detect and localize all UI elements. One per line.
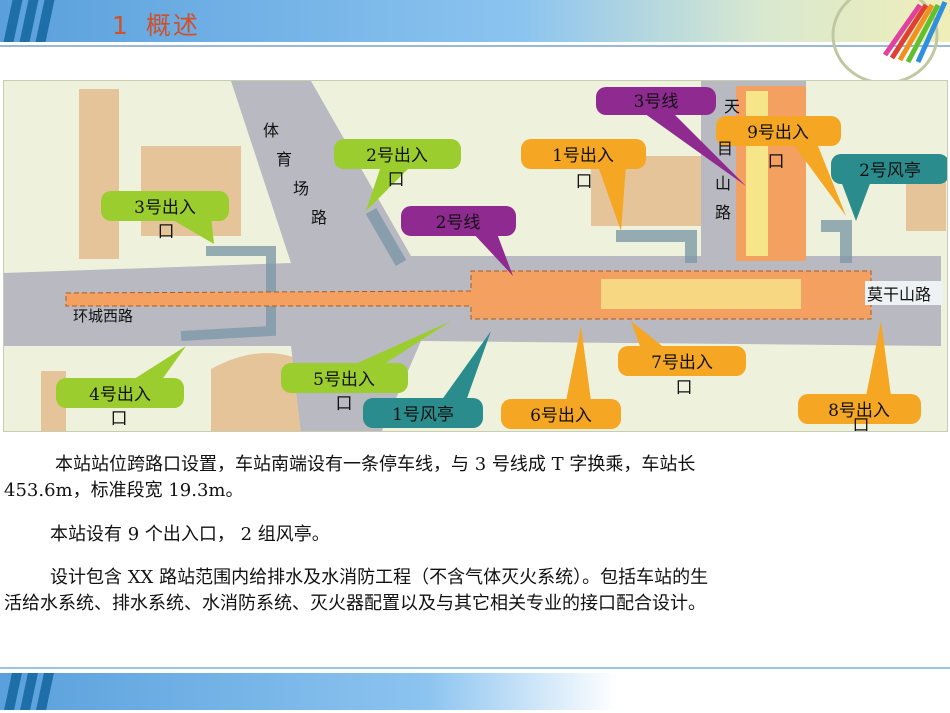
title-number: 1 [112,11,130,40]
footer-stripe [36,673,54,710]
label-exit3-tail: 口 [158,222,175,242]
label-exit3: 3号出入 [134,198,196,218]
label-exit9: 9号出入 [747,123,809,143]
road-label-char: 路 [311,208,327,227]
road-label-char: 育 [276,150,292,169]
road-label-char: 路 [715,203,731,222]
slide-title: 1 概述 [112,6,200,42]
label-vent2: 2号风亭 [859,161,921,181]
label-vent1: 1号风亭 [392,405,454,425]
pencils-logo [831,0,948,80]
label-exit1-tail: 口 [576,172,593,192]
road-label-char: 目 [717,139,733,158]
road-label-char: 体 [263,121,279,140]
label-line3: 3号线 [634,92,679,112]
paragraph-2: 本站设有 9 个出入口， 2 组风亭。 [50,524,330,545]
road-label-char: 山 [715,174,731,193]
slide-body: 本站站位跨路口设置，车站南端设有一条停车线，与 3 号线成 T 字换乘，车站长 … [0,452,950,617]
label-exit7: 7号出入 [651,353,713,373]
label-exit4: 4号出入 [89,385,151,405]
label-exit6: 6号出入 [530,406,592,426]
paragraph-3-line-2: 活给水系统、排水系统、水消防系统、灭火器配置以及与其它相关专业的接口配合设计。 [4,593,706,614]
header-stripe [35,0,55,42]
building [79,89,119,259]
header-stripe [19,0,39,42]
road-label-huanchengxi: 环城西路 [73,307,133,325]
label-exit2-tail: 口 [388,170,405,190]
label-exit5-tail: 口 [336,394,353,414]
label-exit9-tail: 口 [768,152,785,172]
map-drawing: 3号线 9号出入 口 2号风亭 1号出入 口 2号出入 口 3号出入 口 2号线… [4,81,949,436]
label-exit2: 2号出入 [366,146,428,166]
label-exit5: 5号出入 [313,370,375,390]
label-exit7-tail: 口 [676,378,693,398]
road-label-char: 天 [724,97,740,116]
road-label-moganshan: 莫干山路 [867,285,931,304]
station-site-map: 3号线 9号出入 口 2号风亭 1号出入 口 2号出入 口 3号出入 口 2号线… [3,80,949,436]
title-text: 概述 [145,11,200,40]
label-exit1: 1号出入 [552,146,614,166]
label-exit8-tail: 口 [853,416,870,431]
paragraph-3-line-1: 设计包含 XX 路站范围内给排水及水消防工程（不含气体灭火系统）。包括车站的生 [50,567,709,588]
label-exit4-tail: 口 [111,409,128,429]
header-stripe [3,0,23,42]
label-line2: 2号线 [436,213,481,233]
footer-stripe [4,673,22,710]
paragraph-1-line-2: 453.6m，标准段宽 19.3m。 [4,480,244,501]
building [906,181,946,231]
footer-divider [0,667,950,669]
paragraph-1-line-1: 本站站位跨路口设置，车站南端设有一条停车线，与 3 号线成 T 字换乘，车站长 [55,454,696,475]
road-label-char: 场 [293,179,309,198]
footer-stripe [20,673,38,710]
footer-band [0,673,950,710]
